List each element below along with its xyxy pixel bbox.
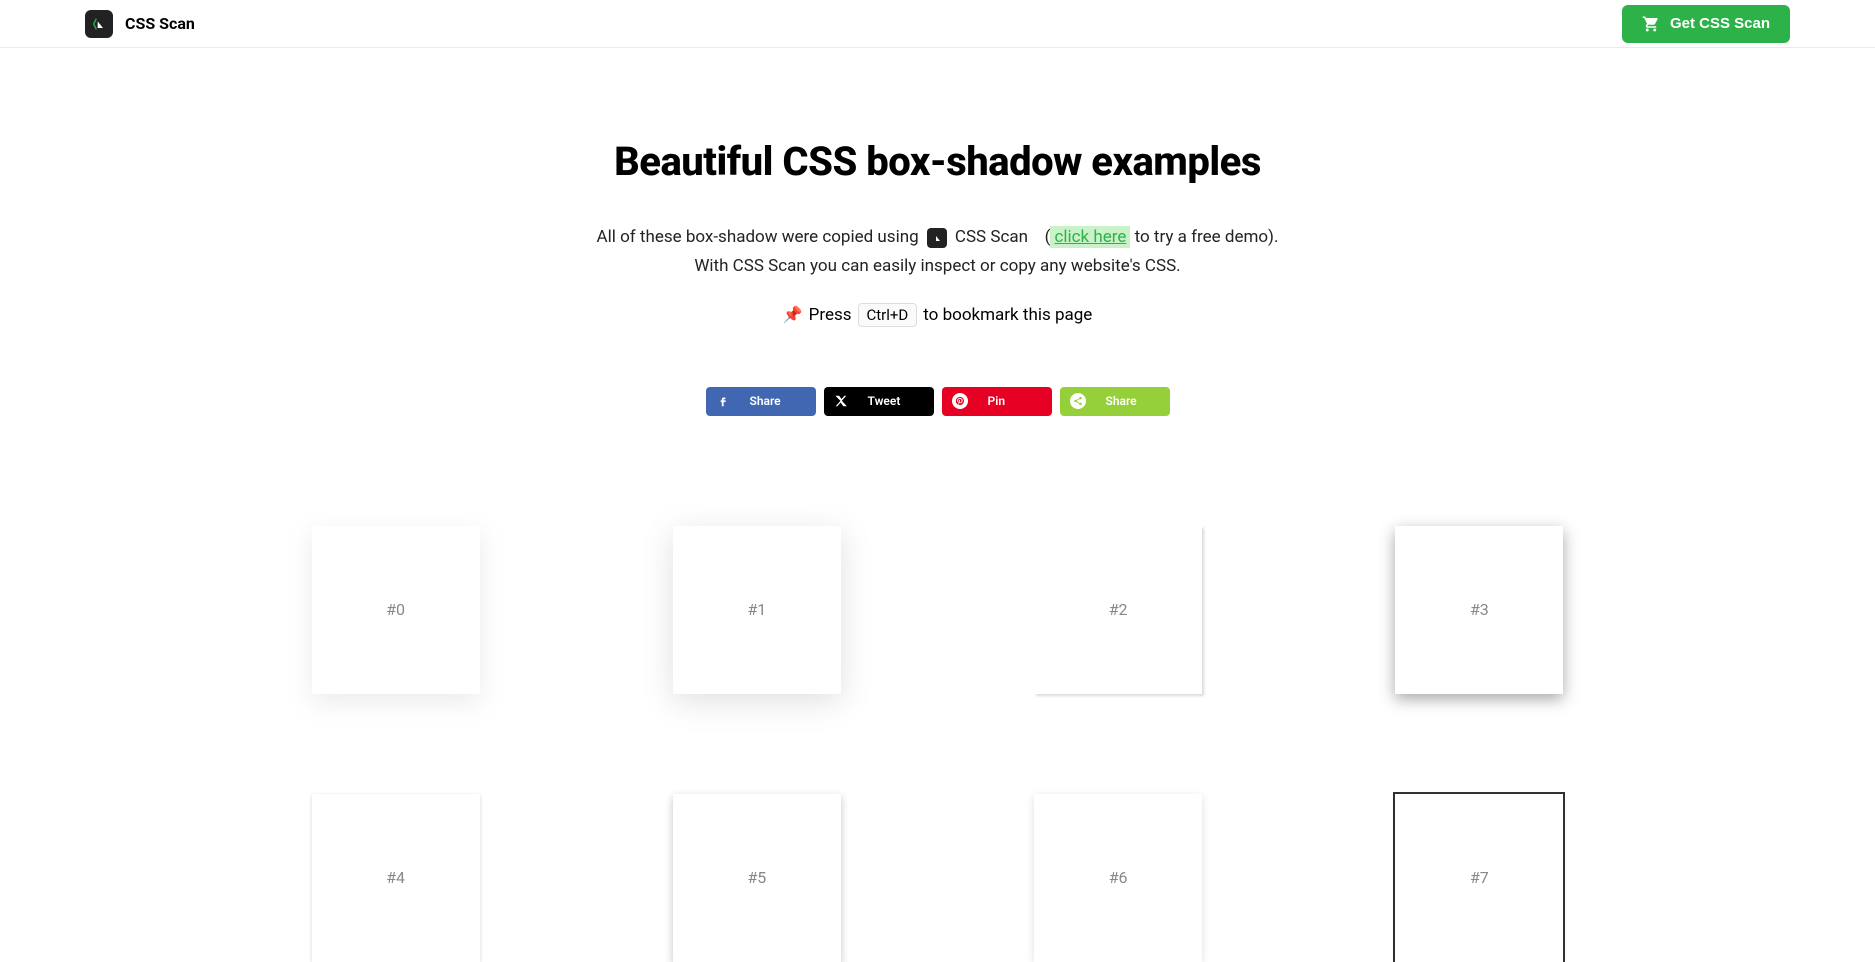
card-label: #4 xyxy=(386,868,405,887)
card-label: #2 xyxy=(1109,600,1128,619)
share-fb-label: Share xyxy=(750,394,781,408)
shadow-card[interactable]: #1 xyxy=(673,526,841,694)
brand-logo-icon xyxy=(85,10,113,38)
x-icon xyxy=(834,394,848,408)
brand[interactable]: CSS Scan xyxy=(85,10,195,38)
shadow-card[interactable]: #4 xyxy=(312,794,480,962)
sharethis-icon xyxy=(1070,393,1086,409)
bookmark-rest: to bookmark this page xyxy=(923,305,1092,325)
subtitle-prefix: All of these box-shadow were copied usin… xyxy=(597,227,919,247)
share-st-label: Share xyxy=(1106,394,1137,408)
card-label: #3 xyxy=(1470,600,1489,619)
cta-label: Get CSS Scan xyxy=(1670,15,1770,32)
cards-grid-row1: #0 #1 #2 #3 xyxy=(278,526,1598,694)
shadow-card[interactable]: #3 xyxy=(1395,526,1563,694)
share-sharethis-button[interactable]: Share xyxy=(1060,387,1170,416)
navbar: CSS Scan Get CSS Scan xyxy=(0,0,1875,48)
subtitle: All of these box-shadow were copied usin… xyxy=(278,223,1598,281)
subtitle-line2: With CSS Scan you can easily inspect or … xyxy=(694,256,1180,276)
share-pin-label: Pin xyxy=(988,394,1006,408)
card-label: #0 xyxy=(386,600,405,619)
shadow-card[interactable]: #6 xyxy=(1034,794,1202,962)
pushpin-icon: 📌 xyxy=(783,305,803,324)
card-label: #7 xyxy=(1470,868,1489,887)
bookmark-hint: 📌 Press Ctrl+D to bookmark this page xyxy=(278,303,1598,327)
card-label: #1 xyxy=(747,600,766,619)
cards-grid-row2: #4 #5 #6 #7 xyxy=(278,794,1598,962)
bookmark-press: Press xyxy=(809,305,852,325)
click-here-link[interactable]: click here xyxy=(1050,226,1130,248)
share-buttons-row: Share Tweet Pin Share xyxy=(278,387,1598,416)
brand-name: CSS Scan xyxy=(125,14,195,33)
facebook-icon xyxy=(716,394,730,408)
page-title: Beautiful CSS box-shadow examples xyxy=(278,138,1598,185)
share-pinterest-button[interactable]: Pin xyxy=(942,387,1052,416)
inline-brand[interactable]: CSS Scan xyxy=(927,223,1028,252)
card-label: #6 xyxy=(1109,868,1128,887)
hero-section: Beautiful CSS box-shadow examples All of… xyxy=(278,48,1598,416)
keyboard-shortcut: Ctrl+D xyxy=(858,303,918,327)
card-label: #5 xyxy=(747,868,766,887)
shadow-card[interactable]: #7 xyxy=(1395,794,1563,962)
share-tw-label: Tweet xyxy=(868,394,901,408)
main-content: Beautiful CSS box-shadow examples All of… xyxy=(238,48,1638,962)
paren-close: to try a free demo). xyxy=(1130,227,1278,247)
cart-icon xyxy=(1642,15,1660,33)
mini-logo-icon xyxy=(927,228,947,248)
pinterest-icon xyxy=(952,393,968,409)
get-css-scan-button[interactable]: Get CSS Scan xyxy=(1622,5,1790,43)
shadow-card[interactable]: #5 xyxy=(673,794,841,962)
inline-brand-name: CSS Scan xyxy=(955,223,1028,252)
shadow-card[interactable]: #2 xyxy=(1034,526,1202,694)
share-twitter-button[interactable]: Tweet xyxy=(824,387,934,416)
shadow-card[interactable]: #0 xyxy=(312,526,480,694)
share-facebook-button[interactable]: Share xyxy=(706,387,816,416)
